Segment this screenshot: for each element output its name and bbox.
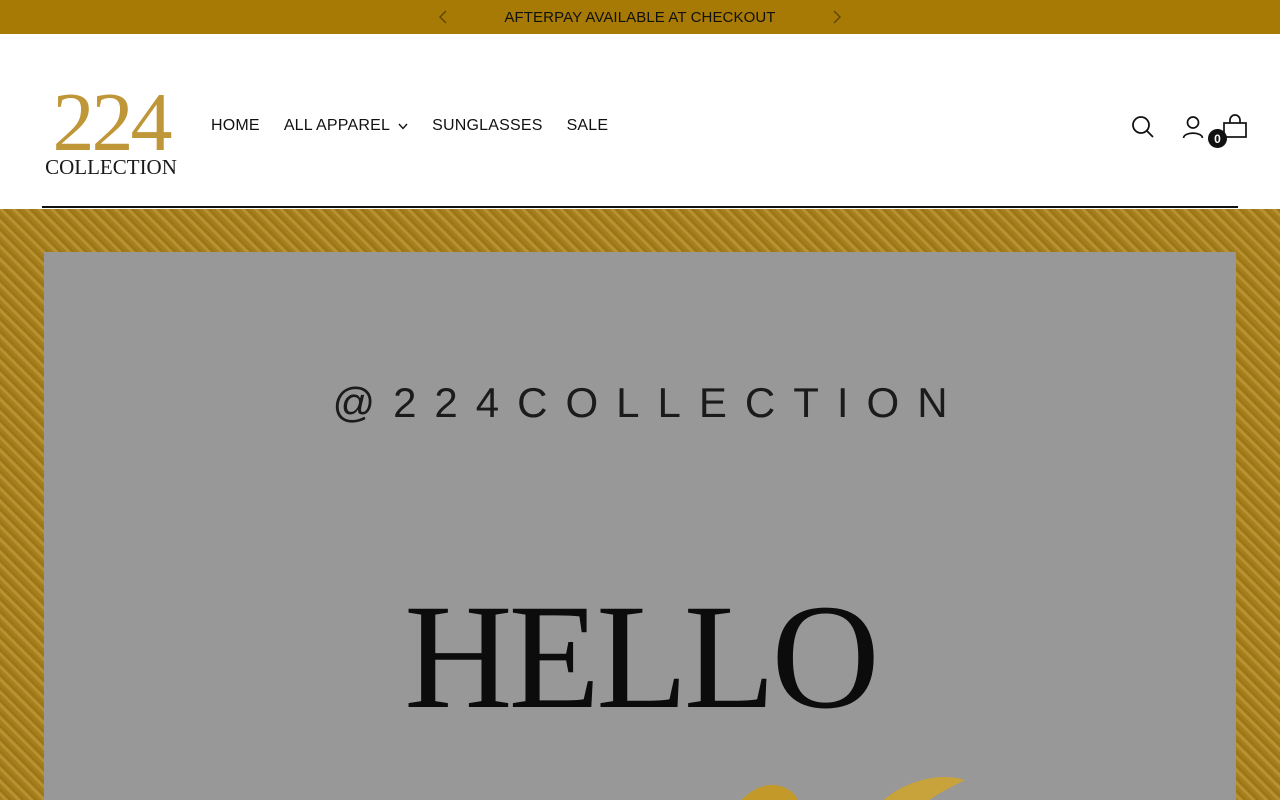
nav-item-label: ALL APPAREL <box>283 117 391 134</box>
chevron-down-icon <box>398 123 408 130</box>
nav-item-sale[interactable]: SALE <box>567 117 609 135</box>
account-icon[interactable] <box>1180 114 1206 140</box>
announcement-text[interactable]: AFTERPAY AVAILABLE AT CHECKOUT <box>504 9 775 26</box>
hero-handle: @224COLLECTION <box>332 379 966 426</box>
header-divider <box>42 206 1238 208</box>
nav-item-label: SALE <box>566 117 609 134</box>
chevron-right-icon[interactable] <box>828 8 846 26</box>
hero-banner[interactable]: @224COLLECTION HELLO <box>0 209 1280 800</box>
logo-number: 224 <box>52 76 173 169</box>
hero-title: HELLO <box>404 574 880 740</box>
nav-item-all-apparel[interactable]: ALL APPAREL <box>284 117 408 135</box>
site-header: 224 COLLECTION HOME ALL APPAREL SUNGLASS… <box>0 34 1280 209</box>
nav-item-label: SUNGLASSES <box>432 117 543 134</box>
nav-item-home[interactable]: HOME <box>211 117 260 135</box>
chevron-left-icon[interactable] <box>434 8 452 26</box>
gold-brush-stroke <box>741 777 965 800</box>
logo-word: COLLECTION <box>45 155 177 179</box>
main-nav: HOME ALL APPAREL SUNGLASSES SALE <box>211 117 632 135</box>
nav-item-label: HOME <box>211 117 260 134</box>
hero-card: @224COLLECTION HELLO <box>44 252 1236 800</box>
cart-count-badge[interactable]: 0 <box>1208 129 1227 148</box>
site-logo[interactable]: 224 COLLECTION <box>42 76 180 179</box>
nav-item-sunglasses[interactable]: SUNGLASSES <box>432 117 542 135</box>
announcement-bar: AFTERPAY AVAILABLE AT CHECKOUT <box>0 0 1280 34</box>
search-icon[interactable] <box>1130 114 1156 140</box>
